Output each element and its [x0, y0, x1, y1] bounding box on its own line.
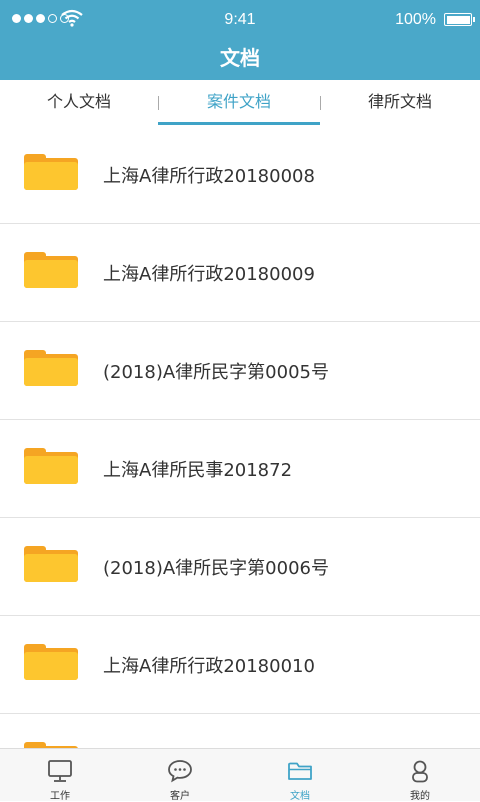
bottom-navigation: 工作 客户 文档 我的	[0, 748, 480, 802]
nav-clients[interactable]: 客户	[120, 749, 240, 802]
chat-bubble-icon	[168, 760, 192, 783]
list-item-partial[interactable]	[0, 714, 480, 748]
folder-name: 上海A律所行政20180008	[103, 166, 315, 187]
folder-name: (2018)A律所民字第0006号	[103, 558, 329, 579]
folder-icon	[24, 546, 78, 582]
battery-icon	[444, 13, 475, 26]
folder-list[interactable]: 上海A律所行政20180008 上海A律所行政20180009 (2018)A律…	[0, 126, 480, 748]
list-item[interactable]: (2018)A律所民字第0006号	[0, 518, 480, 616]
list-item[interactable]: 上海A律所行政20180010	[0, 616, 480, 714]
tab-case-documents[interactable]: 案件文档	[158, 80, 320, 126]
folder-icon	[24, 350, 78, 386]
status-bar: 9:41 100%	[0, 0, 480, 40]
app-header: 9:41 100% 文档	[0, 0, 480, 80]
folder-icon	[288, 762, 312, 780]
list-item[interactable]: 上海A律所行政20180009	[0, 224, 480, 322]
folder-name: 上海A律所行政20180009	[103, 264, 315, 285]
folder-name: (2018)A律所民字第0005号	[103, 362, 329, 383]
document-tabs: 个人文档 案件文档 律所文档	[0, 80, 480, 127]
person-icon	[412, 760, 428, 783]
list-item[interactable]: 上海A律所行政20180008	[0, 126, 480, 224]
list-item[interactable]: 上海A律所民事201872	[0, 420, 480, 518]
tab-firm-documents[interactable]: 律所文档	[320, 80, 480, 126]
folder-icon	[24, 448, 78, 484]
nav-work[interactable]: 工作	[0, 749, 120, 802]
tab-personal-documents[interactable]: 个人文档	[0, 80, 158, 126]
monitor-icon	[48, 760, 72, 782]
battery-percent: 100%	[395, 11, 436, 28]
nav-documents[interactable]: 文档	[240, 749, 360, 802]
list-item[interactable]: (2018)A律所民字第0005号	[0, 322, 480, 420]
nav-profile[interactable]: 我的	[360, 749, 480, 802]
active-tab-indicator	[158, 122, 320, 125]
page-title: 文档	[220, 46, 260, 70]
folder-icon	[24, 154, 78, 190]
folder-name: 上海A律所行政20180010	[103, 656, 315, 677]
folder-icon	[24, 644, 78, 680]
folder-name: 上海A律所民事201872	[103, 460, 293, 481]
folder-icon	[24, 252, 78, 288]
